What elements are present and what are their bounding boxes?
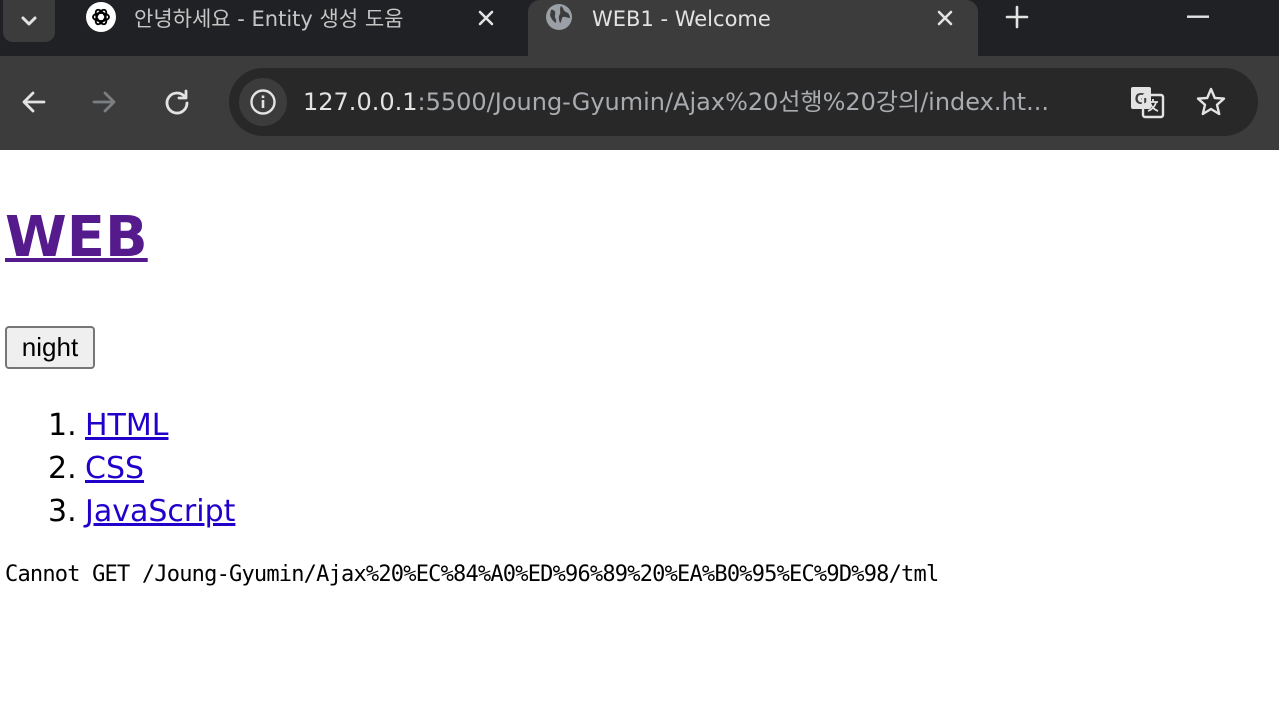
html-link[interactable]: HTML (85, 408, 168, 443)
back-button[interactable] (14, 82, 54, 122)
address-bar[interactable]: 127.0.0.1:5500/Joung-Gyumin/Ajax%20선행%20… (229, 68, 1258, 136)
tab-strip: 안녕하세요 - Entity 생성 도움 WEB1 - Welcome (0, 0, 1279, 56)
minimize-icon (1187, 15, 1209, 18)
page-viewport: WEB night 1. HTML 2. CSS 3. JavaScript Cann… (0, 150, 1279, 703)
star-icon (1196, 87, 1226, 116)
list-item: 3. JavaScript (48, 490, 235, 533)
chevron-down-icon (21, 16, 37, 26)
close-tab-button[interactable] (931, 4, 959, 32)
plus-icon (1005, 5, 1029, 29)
forward-button[interactable] (84, 82, 124, 122)
close-icon (937, 10, 953, 26)
bookmark-button[interactable] (1193, 84, 1229, 120)
tab-search-button[interactable] (3, 0, 55, 42)
new-tab-button[interactable] (1000, 2, 1034, 32)
url-path: :5500/Joung-Gyumin/Ajax%20선행%20강의/index.… (417, 88, 1049, 116)
reload-button[interactable] (157, 82, 197, 122)
translate-button[interactable]: G (1129, 84, 1165, 120)
error-message: Cannot GET /Joung-Gyumin/Ajax%20%EC%84%A… (5, 562, 939, 587)
url-text[interactable]: 127.0.0.1:5500/Joung-Gyumin/Ajax%20선행%20… (303, 84, 1103, 120)
tab-title: 안녕하세요 - Entity 생성 도움 (134, 7, 404, 31)
list-number: 1. (48, 408, 77, 443)
tab-title: WEB1 - Welcome (592, 7, 771, 31)
home-link[interactable]: WEB (5, 205, 148, 270)
javascript-link[interactable]: JavaScript (85, 494, 235, 529)
tab-chatgpt[interactable]: 안녕하세요 - Entity 생성 도움 (70, 0, 530, 56)
browser-toolbar: 127.0.0.1:5500/Joung-Gyumin/Ajax%20선행%20… (0, 56, 1279, 150)
list-item: 2. CSS (48, 447, 235, 490)
css-link[interactable]: CSS (85, 451, 144, 486)
page-title: WEB (5, 202, 148, 274)
close-icon (478, 10, 494, 26)
list-item: 1. HTML (48, 404, 235, 447)
svg-text:G: G (1135, 91, 1147, 108)
back-arrow-icon (22, 91, 46, 113)
url-host: 127.0.0.1 (303, 88, 418, 116)
tab-web1[interactable]: WEB1 - Welcome (528, 0, 978, 56)
globe-icon (544, 2, 574, 32)
chatgpt-logo-icon (86, 2, 116, 32)
list-number: 3. (48, 494, 77, 529)
forward-arrow-icon (92, 91, 116, 113)
site-info-button[interactable] (239, 78, 287, 126)
reload-icon (165, 89, 189, 115)
topic-list: 1. HTML 2. CSS 3. JavaScript (48, 404, 235, 533)
close-tab-button[interactable] (472, 4, 500, 32)
list-number: 2. (48, 451, 77, 486)
translate-icon: G (1131, 87, 1165, 119)
minimize-window-button[interactable] (1172, 2, 1224, 32)
info-icon (250, 89, 276, 115)
night-mode-button[interactable]: night (5, 326, 95, 369)
